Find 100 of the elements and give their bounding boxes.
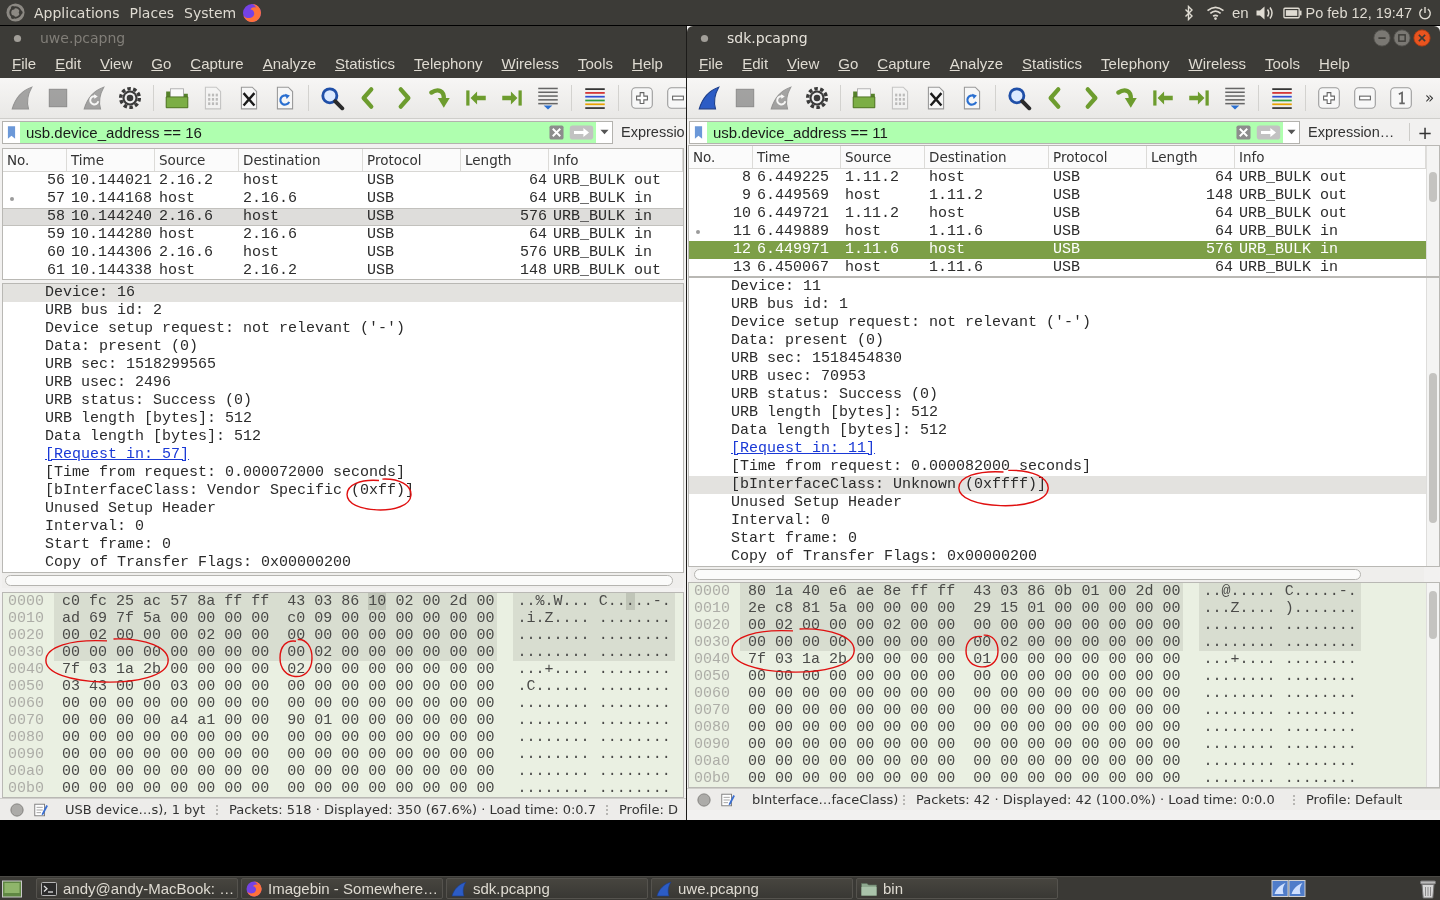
tree-item[interactable]: [Time from request: 0.000082000 seconds] [689,458,1426,476]
packet-row[interactable]: 11 6.449889 host 1.11.6 USB 64 URB_BULK in [689,223,1426,241]
desktop-icon[interactable] [2,879,22,898]
menu-item[interactable]: Edit [742,54,769,74]
request-link[interactable]: [Request in: 11] [731,440,876,457]
taskbar-item[interactable]: sdk.pcapng [446,878,648,899]
add-filter-button[interactable]: + [1410,121,1440,143]
menu-item[interactable]: Telephony [1101,54,1170,74]
ascii-text: ........ ........ [1199,617,1361,634]
hex-bytes: 00 00 00 00 00 00 00 00 00 00 00 00 00 00 00 00 [747,668,1182,685]
fin-icon [656,880,672,897]
tree-item[interactable]: [bInterfaceClass: Unknown (0xffff)] [689,476,1426,494]
column-header[interactable]: No. [3,149,67,171]
tree-item[interactable]: URB usec: 70953 [689,368,1426,386]
tree-item[interactable]: Data length [bytes]: 512 [689,422,1426,440]
tree-item[interactable]: Device setup request: not relevant ('-') [689,314,1426,332]
column-header[interactable]: Length [1147,146,1235,168]
table-cell-text: 56 [46,172,66,190]
hex-bytes: 00 00 00 00 00 00 00 00 00 00 00 00 00 00 00 00 [747,702,1182,719]
hex-bytes: 00 00 00 00 00 00 00 00 00 00 00 00 00 00 00 00 [747,753,1182,770]
power-icon[interactable] [1418,5,1432,20]
tree-item[interactable]: Unused Setup Header [689,494,1426,512]
clock[interactable]: Po feb 12, 19:47 [1305,4,1412,21]
circle-icon[interactable] [697,792,711,807]
battery-icon[interactable] [1282,6,1302,19]
scrollbar[interactable] [691,567,1424,582]
menu-item[interactable]: Go [838,54,859,74]
grip-icon[interactable] [902,792,906,807]
taskbar-item[interactable]: uwe.pcapng [651,878,853,899]
menu-item[interactable]: Wireless [1188,54,1247,74]
column-header[interactable]: Info [549,149,683,171]
table-cell-text: URB_BULK in [552,190,654,208]
expression-button[interactable]: Expression… [1308,124,1395,140]
column-header[interactable]: Source [155,149,239,171]
browser-icon[interactable] [242,2,263,23]
tree-item[interactable]: Data: present (0) [689,332,1426,350]
hex-bytes: 00 00 00 00 00 00 00 00 00 00 00 00 00 00 00 00 [61,763,496,780]
tree-item[interactable]: URB sec: 1518454830 [689,350,1426,368]
profile-label[interactable]: Profile: Default [1306,792,1403,807]
minimize-button[interactable] [1373,28,1392,48]
tree-item[interactable]: URB length [bytes]: 512 [689,404,1426,422]
column-header[interactable]: Destination [239,149,363,171]
tree-item[interactable]: Interval: 0 [689,512,1426,530]
scrollbar-thumb[interactable] [694,569,1361,580]
maximize-button[interactable] [1393,28,1412,48]
trash-icon[interactable] [1419,878,1437,899]
menu-item[interactable]: File [699,54,724,74]
menu-item[interactable]: Capture [877,54,931,74]
taskbar-item[interactable]: andy@andy-MacBook: … [36,878,238,899]
column-header[interactable]: Protocol [363,149,461,171]
wifi-icon[interactable] [1205,5,1225,20]
scrollbar-thumb[interactable] [1429,172,1437,202]
tree-item[interactable]: Copy of Transfer Flags: 0x00000200 [689,548,1426,566]
scrollbar-thumb[interactable] [1429,591,1437,639]
scrollbar[interactable] [1426,278,1439,566]
menu-item[interactable]: Help [1319,54,1350,74]
table-cell-text: 10.144338 [70,262,153,279]
workspace-switcher-icon[interactable] [1271,880,1306,897]
column-header[interactable]: No. [689,146,753,168]
packet-row[interactable]: 13 6.450067 host 1.11.6 USB 64 URB_BULK in [689,259,1426,276]
hex-offset: 0030 [7,644,44,661]
column-header[interactable]: Destination [925,146,1049,168]
column-header[interactable]: Time [753,146,841,168]
column-header[interactable]: Source [841,146,925,168]
packet-row[interactable]: 8 6.449225 1.11.2 host USB 64 URB_BULK out [689,169,1426,187]
panel-menu[interactable]: Applications [34,2,120,23]
bluetooth-icon[interactable] [1183,4,1194,21]
close-button[interactable] [1413,28,1432,48]
dot-icon[interactable] [700,33,709,43]
circle-logo-icon[interactable] [6,3,25,22]
volume-icon[interactable] [1254,4,1276,21]
scrollbar[interactable] [1426,146,1439,276]
tree-item[interactable]: Device: 11 [689,278,1426,296]
column-header[interactable]: Length [461,149,549,171]
column-header[interactable]: Protocol [1049,146,1147,168]
menu-item[interactable]: Tools [1265,54,1301,74]
panel-menu[interactable]: System [184,2,237,23]
packet-row[interactable]: 9 6.449569 host 1.11.2 USB 148 URB_BULK out [689,187,1426,205]
taskbar-item[interactable]: bin [856,878,1058,899]
scrollbar[interactable] [1426,583,1439,787]
panel-menu[interactable]: Places [129,2,175,23]
taskbar-item[interactable]: Imagebin - Somewhere… [241,878,443,899]
tree-item[interactable]: URB bus id: 1 [689,296,1426,314]
column-header[interactable]: Time [67,149,155,171]
menu-item[interactable]: View [787,54,820,74]
scrollbar-thumb[interactable] [1429,373,1437,523]
packet-row[interactable]: 10 6.449721 1.11.2 host USB 64 URB_BULK out [689,205,1426,223]
menu-item[interactable]: Analyze [949,54,1004,74]
tree-item[interactable]: URB status: Success (0) [689,386,1426,404]
grip-icon[interactable] [1292,792,1296,807]
menu-item[interactable]: Statistics [1022,54,1083,74]
tree-item[interactable]: Start frame: 0 [689,530,1426,548]
table-cell-text: 576 [519,208,548,226]
keyboard-layout[interactable]: en [1231,4,1249,21]
table-cell-text: 10.144280 [70,226,153,244]
hex-offset: 0030 [693,634,730,651]
table-cell-text: URB_BULK out [1238,187,1349,205]
overflow-button[interactable]: » [1425,89,1435,107]
notepad-pencil-icon[interactable] [720,791,736,808]
table-cell-text: 57 [46,190,66,208]
